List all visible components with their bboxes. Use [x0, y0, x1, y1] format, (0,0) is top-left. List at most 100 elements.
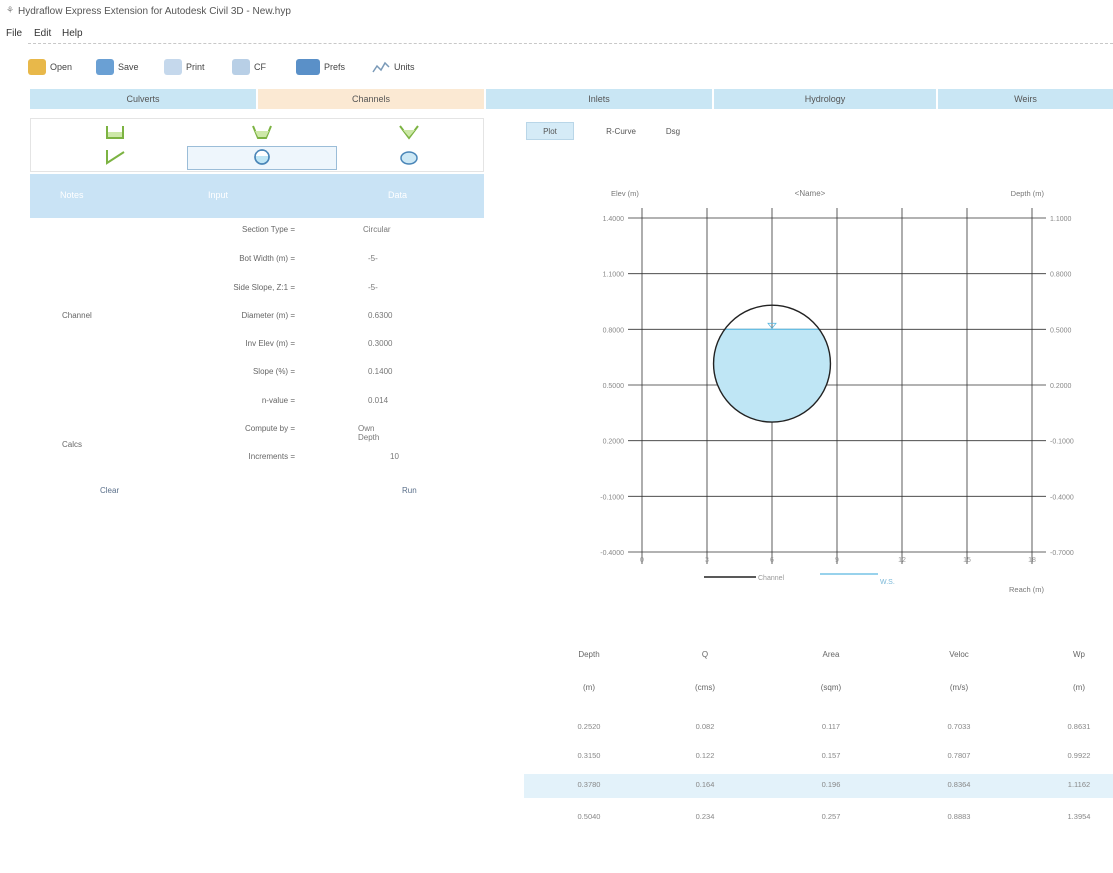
cf-button[interactable]: CF: [232, 56, 266, 78]
gutter-channel-button[interactable]: [40, 146, 190, 170]
open-button[interactable]: Open: [28, 56, 72, 78]
bot-width-value[interactable]: -5-: [368, 254, 378, 263]
y-tick-right: -0.4000: [1050, 494, 1074, 501]
module-tabs: Culverts Channels Inlets Hydrology Weirs: [30, 89, 1113, 109]
menu-bar: File Edit Help: [0, 26, 1113, 42]
x-tick: 15: [963, 557, 971, 564]
legend-channel-label: Channel: [758, 575, 785, 582]
y-tick-right: 1.1000: [1050, 216, 1072, 223]
output-tabs: Plot R-Curve Dsg: [524, 122, 724, 140]
y-axis-left-label: Elev (m): [611, 189, 639, 198]
prefs-icon: [296, 59, 320, 75]
run-button[interactable]: Run: [402, 486, 417, 495]
chart-title: <Name>: [795, 189, 826, 198]
table-cell: 0.9922: [1067, 751, 1091, 760]
table-cell: 0.3780: [577, 780, 601, 789]
tab-dsg[interactable]: Dsg: [658, 122, 688, 140]
diameter-value[interactable]: 0.6300: [368, 311, 392, 320]
inv-elev-label: Inv Elev (m) =: [245, 339, 295, 348]
bot-width-label: Bot Width (m) =: [239, 254, 295, 263]
table-cell: 0.122: [695, 751, 715, 760]
table-cell: 0.2520: [577, 722, 601, 731]
table-cell: 0.3150: [577, 751, 601, 760]
inv-elev-value[interactable]: 0.3000: [368, 339, 392, 348]
header-notes: Notes: [60, 190, 84, 200]
table-cell: 0.257: [821, 812, 841, 821]
menu-edit[interactable]: Edit: [34, 28, 51, 39]
group-channel-label: Channel: [62, 311, 92, 320]
column-unit: (cms): [695, 683, 715, 692]
prefs-button[interactable]: Prefs: [296, 56, 345, 78]
x-tick: 9: [835, 557, 839, 564]
table-cell: 0.8883: [947, 812, 971, 821]
group-calcs-label: Calcs: [62, 440, 83, 449]
increments-value[interactable]: 10: [390, 452, 399, 461]
x-tick: 3: [705, 557, 709, 564]
compute-by-value[interactable]: Own Depth: [358, 424, 379, 442]
x-tick: 0: [640, 557, 644, 564]
y-tick-right: 0.2000: [1050, 383, 1072, 390]
y-axis-right-label: Depth (m): [1011, 189, 1045, 198]
tab-r-curve[interactable]: R-Curve: [598, 122, 644, 140]
units-icon: [372, 60, 390, 74]
side-slope-label: Side Slope, Z:1 =: [233, 283, 295, 292]
table-cell: 0.234: [695, 812, 715, 821]
trapezoidal-channel-icon: [251, 123, 273, 143]
save-button[interactable]: Save: [96, 56, 139, 78]
clear-button[interactable]: Clear: [100, 486, 119, 495]
circular-channel-button[interactable]: [187, 146, 337, 170]
x-tick: 18: [1028, 557, 1036, 564]
table-cell: 1.1162: [1067, 780, 1091, 789]
increments-label: Increments =: [248, 452, 295, 461]
input-header: Notes Input Data: [30, 174, 484, 218]
column-header: Q: [701, 650, 709, 659]
header-data: Data: [388, 190, 408, 200]
x-tick: 6: [770, 557, 774, 564]
menu-file[interactable]: File: [6, 28, 22, 39]
x-axis-label: Reach (m): [1009, 585, 1045, 594]
table-cell: 0.157: [821, 751, 841, 760]
tab-culverts[interactable]: Culverts: [30, 89, 256, 109]
gutter-channel-icon: [104, 148, 126, 168]
y-tick-left: -0.4000: [600, 550, 624, 557]
triangular-channel-icon: [398, 123, 420, 143]
slope-label: Slope (%) =: [252, 367, 295, 376]
side-slope-value[interactable]: -5-: [368, 283, 378, 292]
table-cell: 0.164: [695, 780, 715, 789]
title-bar: ⚘ Hydraflow Express Extension for Autode…: [0, 0, 1113, 22]
y-tick-left: 1.4000: [603, 216, 625, 223]
chart-shapes: [712, 304, 832, 423]
tab-plot[interactable]: Plot: [526, 122, 574, 140]
column-header: Depth: [578, 650, 600, 659]
tab-weirs[interactable]: Weirs: [938, 89, 1113, 109]
table-cell: 0.5040: [577, 812, 601, 821]
menu-help[interactable]: Help: [62, 28, 83, 39]
units-button[interactable]: Units: [372, 56, 415, 78]
table-cell: 0.8364: [947, 780, 971, 789]
y-tick-right: -0.7000: [1050, 550, 1074, 557]
y-tick-left: 0.8000: [603, 327, 625, 334]
n-value-value[interactable]: 0.014: [368, 396, 388, 405]
table-cell: 0.7033: [947, 722, 971, 731]
column-header: Veloc: [949, 650, 969, 659]
elliptical-channel-button[interactable]: [334, 146, 484, 170]
column-unit: (m): [1073, 683, 1085, 692]
table-cell: 1.3954: [1067, 812, 1091, 821]
water-fill: [713, 329, 831, 423]
slope-value[interactable]: 0.1400: [368, 367, 392, 376]
tab-channels[interactable]: Channels: [258, 89, 484, 109]
circular-channel-icon: [253, 148, 271, 168]
section-type-value[interactable]: Circular: [363, 225, 391, 234]
toolbar: Open Save Print CF Prefs Units: [0, 52, 1113, 82]
y-tick-left: -0.1000: [600, 494, 624, 501]
y-tick-left: 0.2000: [603, 439, 625, 446]
section-type-label: Section Type =: [242, 225, 295, 234]
tab-inlets[interactable]: Inlets: [486, 89, 712, 109]
table-cell: 0.7807: [947, 751, 971, 760]
print-button[interactable]: Print: [164, 56, 205, 78]
triangular-channel-button[interactable]: [334, 121, 484, 145]
trapezoidal-channel-button[interactable]: [187, 121, 337, 145]
chart-grid: [628, 208, 1046, 564]
rectangular-channel-button[interactable]: [40, 121, 190, 145]
tab-hydrology[interactable]: Hydrology: [714, 89, 936, 109]
